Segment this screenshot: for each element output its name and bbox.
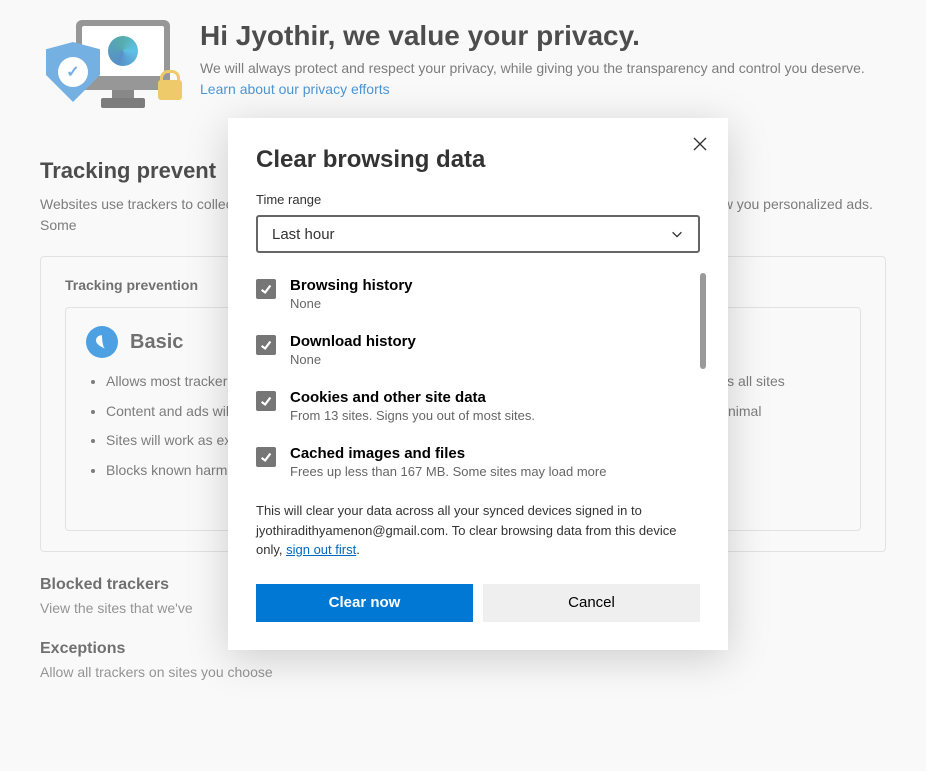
option-title: Download history [290, 333, 416, 350]
options-list[interactable]: Browsing history None Download history N… [228, 269, 728, 479]
chevron-down-icon [670, 227, 684, 241]
option-desc: None [290, 352, 416, 367]
sign-out-first-link[interactable]: sign out first [286, 542, 356, 557]
dialog-title: Clear browsing data [228, 146, 728, 192]
time-range-value: Last hour [272, 226, 335, 243]
checkbox-download-history[interactable] [256, 335, 276, 355]
checkbox-cached[interactable] [256, 447, 276, 467]
close-icon[interactable] [690, 134, 710, 154]
option-title: Cookies and other site data [290, 389, 535, 406]
option-desc: None [290, 296, 413, 311]
option-desc: Frees up less than 167 MB. Some sites ma… [290, 464, 606, 479]
sync-note: This will clear your data across all you… [228, 501, 728, 560]
option-desc: From 13 sites. Signs you out of most sit… [290, 408, 535, 423]
time-range-label: Time range [228, 192, 728, 215]
time-range-select[interactable]: Last hour [256, 215, 700, 253]
clear-now-button[interactable]: Clear now [256, 584, 473, 622]
cancel-button[interactable]: Cancel [483, 584, 700, 622]
clear-browsing-data-dialog: Clear browsing data Time range Last hour… [228, 118, 728, 650]
checkbox-cookies[interactable] [256, 391, 276, 411]
option-title: Browsing history [290, 277, 413, 294]
option-title: Cached images and files [290, 445, 606, 462]
checkbox-browsing-history[interactable] [256, 279, 276, 299]
scrollbar[interactable] [700, 273, 706, 369]
